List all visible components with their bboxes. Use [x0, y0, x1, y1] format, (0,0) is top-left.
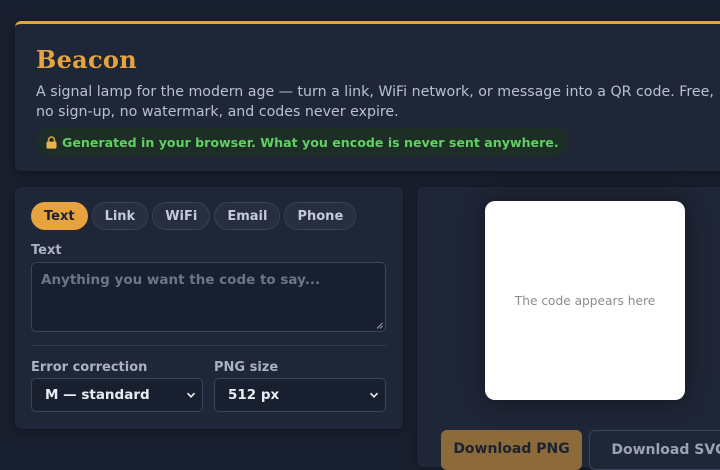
- download-png-button[interactable]: Download PNG: [441, 430, 582, 470]
- download-svg-button[interactable]: Download SVG: [589, 430, 720, 470]
- resize-grip-icon[interactable]: [376, 322, 383, 329]
- preview-panel: The code appears here Download PNG Downl…: [417, 187, 720, 470]
- tab-text[interactable]: Text: [31, 202, 88, 230]
- input-panel: Text Link WiFi Email Phone Text Anything…: [15, 187, 403, 429]
- error-correction-value: M — standard: [45, 387, 150, 403]
- chevron-down-icon: [369, 392, 379, 398]
- tab-phone[interactable]: Phone: [284, 202, 357, 230]
- hero-card: Beacon A signal lamp for the modern age …: [15, 21, 720, 171]
- app-description: A signal lamp for the modern age — turn …: [36, 84, 714, 120]
- text-input-placeholder: Anything you want the code to say...: [41, 272, 321, 288]
- png-size-select[interactable]: 512 px: [214, 378, 386, 412]
- qr-placeholder-text: The code appears here: [514, 293, 656, 308]
- tab-email[interactable]: Email: [214, 202, 281, 230]
- tab-wifi[interactable]: WiFi: [152, 202, 211, 230]
- chevron-down-icon: [186, 392, 196, 398]
- png-size-value: 512 px: [228, 387, 280, 403]
- lock-icon: [46, 135, 57, 149]
- text-input[interactable]: Anything you want the code to say...: [31, 262, 386, 332]
- text-field-label: Text: [31, 243, 62, 258]
- tab-link[interactable]: Link: [91, 202, 149, 230]
- privacy-badge: Generated in your browser. What you enco…: [36, 128, 569, 156]
- type-tabs: Text Link WiFi Email Phone: [31, 202, 357, 230]
- app-title: Beacon: [36, 45, 137, 74]
- form-divider: [31, 345, 386, 346]
- error-correction-select[interactable]: M — standard: [31, 378, 203, 412]
- png-size-label: PNG size: [214, 360, 279, 375]
- error-correction-label: Error correction: [31, 360, 148, 375]
- privacy-note: Generated in your browser. What you enco…: [62, 134, 559, 150]
- qr-preview: The code appears here: [485, 201, 685, 400]
